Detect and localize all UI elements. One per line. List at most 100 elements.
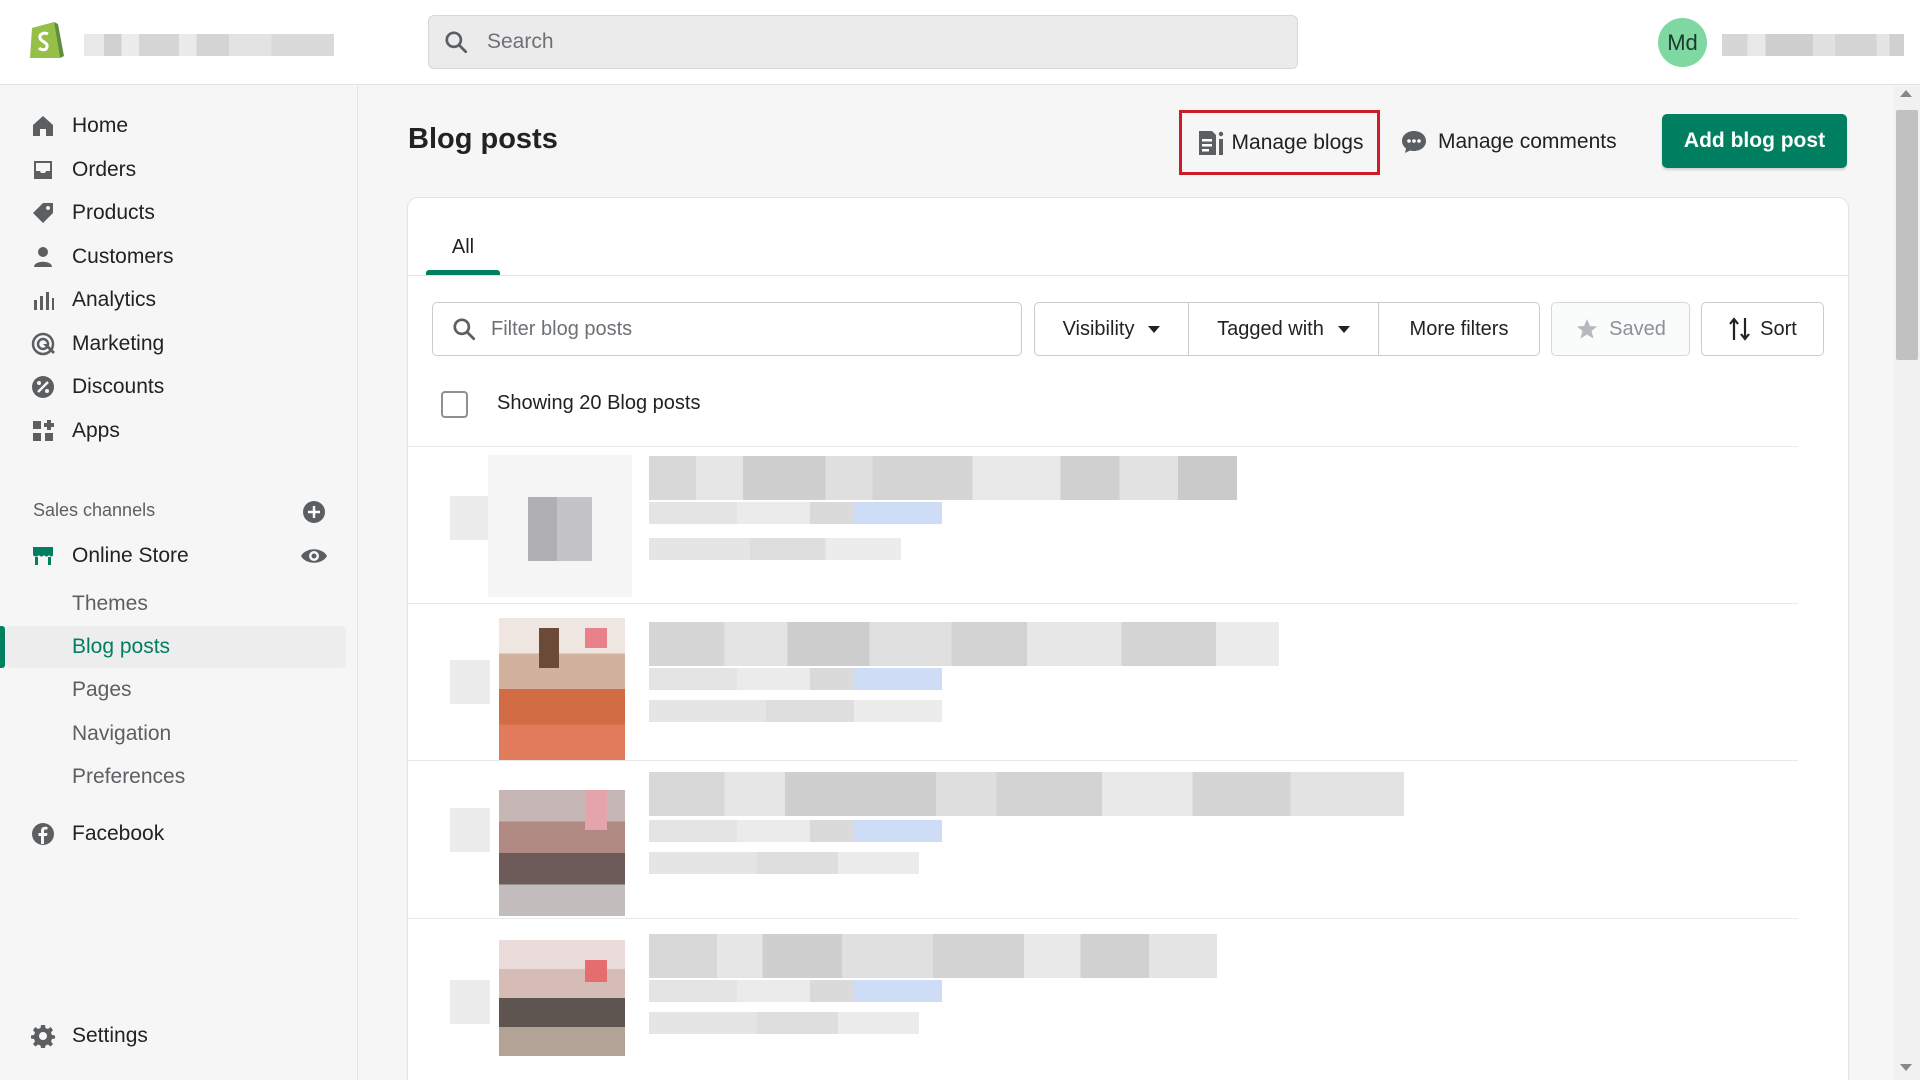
list-item[interactable] xyxy=(416,764,1806,916)
sort-arrows-icon xyxy=(1729,317,1751,341)
meta-redacted xyxy=(649,502,942,524)
sidebar-item-themes[interactable]: Themes xyxy=(72,583,148,625)
saved-label: Saved xyxy=(1609,317,1666,340)
title-redacted xyxy=(649,934,1217,978)
thumbnail-redacted xyxy=(499,618,625,760)
search-input[interactable]: Search xyxy=(428,15,1298,69)
sidebar: Home Orders Products Customers Analytics… xyxy=(0,86,358,1080)
sales-channels-label: Sales channels xyxy=(33,500,156,520)
manage-comments-button[interactable]: Manage comments xyxy=(1400,118,1617,166)
sidebar-item-label: Products xyxy=(72,201,155,224)
add-circle-icon[interactable] xyxy=(302,500,326,524)
saved-button[interactable]: Saved xyxy=(1551,302,1690,356)
search-icon xyxy=(445,31,468,54)
apps-icon xyxy=(30,418,56,444)
caret-down-icon xyxy=(1337,325,1350,333)
list-item[interactable] xyxy=(416,608,1806,760)
orders-icon xyxy=(30,157,56,183)
store-name-redacted xyxy=(84,34,334,56)
page-title: Blog posts xyxy=(408,123,558,155)
tab-all[interactable]: All xyxy=(426,218,500,276)
sidebar-item-label: Discounts xyxy=(72,375,165,398)
meta-redacted xyxy=(649,538,901,560)
title-redacted xyxy=(649,772,1404,816)
sidebar-item-analytics[interactable]: Analytics xyxy=(30,282,156,318)
sidebar-item-marketing[interactable]: Marketing xyxy=(30,326,164,362)
tagged-with-filter-button[interactable]: Tagged with xyxy=(1188,302,1379,356)
manage-blogs-label: Manage blogs xyxy=(1231,130,1364,154)
sidebar-item-label: Settings xyxy=(72,1024,148,1047)
comment-icon xyxy=(1402,131,1426,153)
sidebar-item-discounts[interactable]: Discounts xyxy=(30,369,164,405)
sidebar-item-apps[interactable]: Apps xyxy=(30,413,120,449)
row-checkbox-redacted[interactable] xyxy=(450,660,490,704)
sidebar-item-facebook[interactable]: Facebook xyxy=(30,816,164,852)
filter-blog-posts-input[interactable]: Filter blog posts xyxy=(432,302,1022,356)
sidebar-item-home[interactable]: Home xyxy=(30,108,128,144)
caret-down-icon xyxy=(1148,325,1161,333)
row-checkbox-redacted[interactable] xyxy=(450,496,490,540)
sidebar-item-navigation[interactable]: Navigation xyxy=(72,713,171,755)
sidebar-item-label: Online Store xyxy=(72,544,189,567)
sidebar-item-settings[interactable]: Settings xyxy=(30,1018,148,1054)
meta-redacted xyxy=(649,852,919,874)
store-icon xyxy=(30,543,56,569)
meta-redacted xyxy=(649,1012,919,1034)
sidebar-item-online-store[interactable]: Online Store xyxy=(30,538,189,574)
scroll-up-arrow-icon[interactable] xyxy=(1900,90,1912,97)
sidebar-item-products[interactable]: Products xyxy=(30,195,155,231)
user-name-redacted[interactable] xyxy=(1722,34,1904,56)
meta-redacted xyxy=(649,820,942,842)
sidebar-item-label: Facebook xyxy=(72,822,165,845)
sidebar-item-pages[interactable]: Pages xyxy=(72,669,132,711)
eye-icon[interactable] xyxy=(300,544,328,568)
row-checkbox-redacted[interactable] xyxy=(450,980,490,1024)
home-icon xyxy=(30,113,56,139)
sidebar-item-label: Marketing xyxy=(72,332,165,355)
divider xyxy=(408,760,1798,761)
add-blog-post-button[interactable]: Add blog post xyxy=(1662,114,1847,168)
target-icon xyxy=(30,331,56,357)
row-checkbox-redacted[interactable] xyxy=(450,808,490,852)
more-filters-button[interactable]: More filters xyxy=(1378,302,1540,356)
star-icon xyxy=(1577,319,1598,339)
thumbnail-redacted xyxy=(499,790,625,916)
sidebar-item-preferences[interactable]: Preferences xyxy=(72,756,185,798)
tab-divider xyxy=(408,275,1848,276)
scrollbar-thumb[interactable] xyxy=(1896,110,1918,360)
visibility-filter-button[interactable]: Visibility xyxy=(1034,302,1189,356)
more-filters-label: More filters xyxy=(1409,317,1509,340)
sidebar-item-orders[interactable]: Orders xyxy=(30,152,136,188)
avatar[interactable]: Md xyxy=(1658,18,1707,67)
bar-chart-icon xyxy=(30,287,56,313)
active-indicator xyxy=(0,626,5,668)
sidebar-item-label: Customers xyxy=(72,245,174,268)
gear-icon xyxy=(30,1023,56,1049)
scroll-down-arrow-icon[interactable] xyxy=(1900,1064,1912,1071)
divider xyxy=(408,918,1798,919)
sidebar-item-label: Analytics xyxy=(72,288,157,311)
meta-redacted xyxy=(649,700,942,722)
divider xyxy=(408,446,1798,447)
meta-redacted xyxy=(649,980,942,1002)
list-item[interactable] xyxy=(416,450,1806,600)
sidebar-item-blog-posts[interactable]: Blog posts xyxy=(6,626,346,668)
sidebar-item-label: Apps xyxy=(72,419,120,442)
manage-blogs-button[interactable]: Manage blogs xyxy=(1179,110,1380,175)
search-icon xyxy=(453,318,476,341)
shopify-logo-icon[interactable] xyxy=(26,18,66,62)
list-item[interactable] xyxy=(416,922,1806,1072)
select-all-checkbox[interactable] xyxy=(441,391,468,418)
sidebar-item-label: Orders xyxy=(72,158,137,181)
meta-redacted xyxy=(649,668,942,690)
showing-count: Showing 20 Blog posts xyxy=(497,392,701,414)
person-icon xyxy=(30,244,56,270)
discount-icon xyxy=(30,374,56,400)
top-bar: Search Md xyxy=(0,0,1920,85)
sidebar-item-label: Home xyxy=(72,114,129,137)
sidebar-item-customers[interactable]: Customers xyxy=(30,239,174,275)
title-redacted xyxy=(649,622,1279,666)
sort-button[interactable]: Sort xyxy=(1701,302,1824,356)
visibility-label: Visibility xyxy=(1062,317,1135,340)
divider xyxy=(408,603,1798,604)
